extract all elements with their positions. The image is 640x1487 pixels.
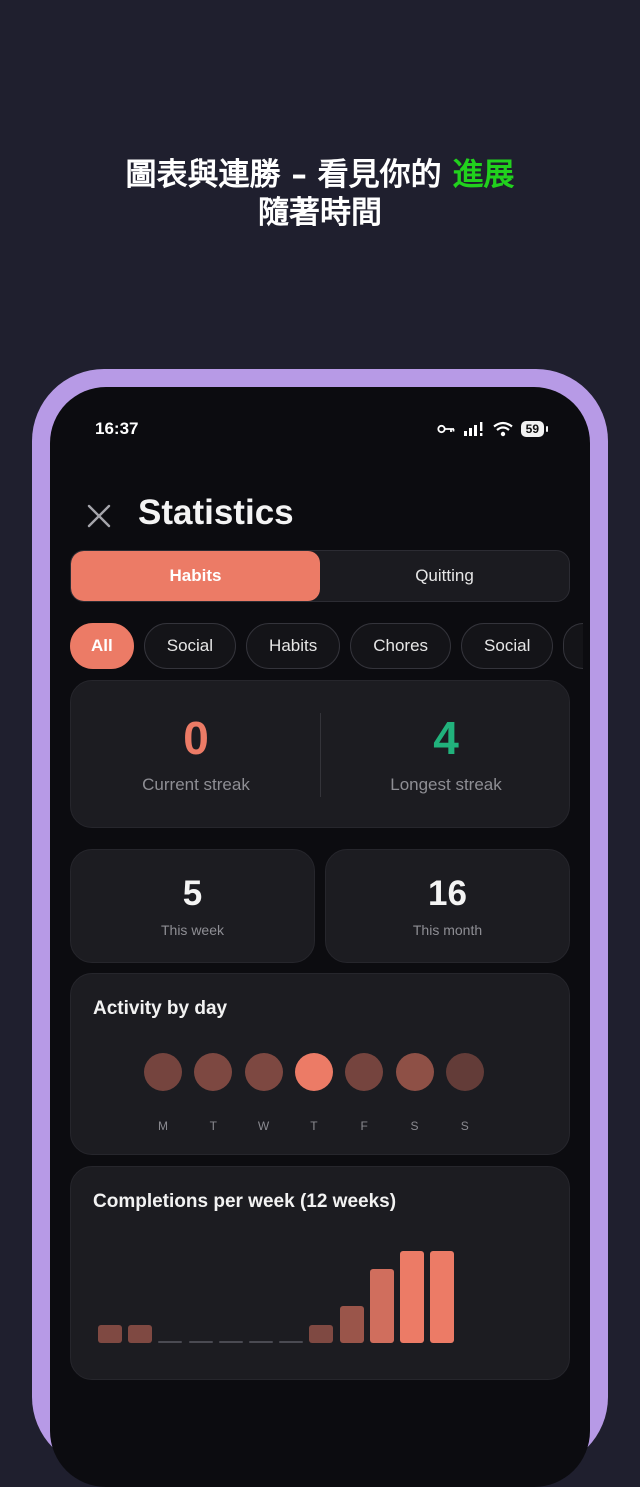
week-bar-3 [158,1341,183,1343]
week-bar-7 [279,1341,304,1343]
status-time: 16:37 [95,419,139,438]
weekly-chart-title: Completions per week (12 weeks) [93,1191,397,1212]
day-dot-1 [194,1053,233,1091]
headline-accent: 進展 [452,157,515,193]
phone-screen: 16:37 59 Statistics Habits Quitting All … [50,387,590,1487]
current-streak: 0 Current streak [71,681,321,829]
week-bar-6 [249,1341,273,1343]
segment-quitting[interactable]: Quitting [320,551,569,601]
chip-habits[interactable]: Habits [246,623,341,669]
status-bar: 16:37 59 [50,419,590,443]
current-streak-value: 0 [183,712,209,764]
this-month-card: 16 This month [325,849,570,963]
signal-icon [463,422,483,436]
this-week-value: 5 [182,874,203,913]
activity-by-day-card: Activity by day M T W T F S S [70,973,570,1155]
chip-chores[interactable]: Chores [350,623,452,669]
chip-overflow[interactable] [563,623,584,669]
week-bar-12 [430,1251,455,1343]
promo-headline: 圖表與連勝 – 看見你的 進展 隨著時間 [0,156,640,232]
status-icons: 59 [437,421,549,437]
streak-card: 0 Current streak 4 Longest streak [70,680,570,828]
headline-line-1: 圖表與連勝 – 看見你的 進展 [0,156,640,194]
chip-social[interactable]: Social [143,623,237,669]
activity-title: Activity by day [93,998,228,1019]
week-bar-11 [400,1251,424,1343]
chip-social-2[interactable]: Social [461,623,554,669]
key-icon [437,424,455,434]
weekly-completions-card: Completions per week (12 weeks) [70,1166,570,1380]
wifi-icon [492,421,513,437]
day-label-0: M [158,1119,168,1133]
current-streak-label: Current streak [142,775,250,794]
habits-quitting-toggle: Habits Quitting [70,550,570,602]
day-label-4: F [360,1119,368,1133]
day-label-6: S [460,1119,469,1133]
headline-line-2: 隨著時間 [258,195,382,231]
category-chips: All Social Habits Chores Social [70,623,590,669]
day-label-2: W [257,1119,270,1133]
headline-prefix: 圖表與連勝 – 看見你的 [125,157,453,193]
week-bar-10 [369,1269,394,1343]
day-dot-0 [144,1053,182,1091]
this-month-value: 16 [428,874,467,913]
this-week-label: This week [160,922,225,938]
longest-streak-label: Longest streak [390,775,502,794]
week-bar-9 [339,1306,364,1343]
week-bar-2 [128,1324,153,1343]
longest-streak-value: 4 [433,712,459,764]
close-icon[interactable] [86,503,112,529]
this-month-label: This month [412,922,483,938]
week-bar-1 [98,1324,122,1343]
week-bar-5 [218,1341,243,1343]
day-label-5: S [410,1119,419,1133]
day-dot-4 [345,1053,384,1091]
chip-all[interactable]: All [70,623,134,669]
day-label-1: T [209,1119,217,1133]
segment-habits[interactable]: Habits [71,551,320,601]
battery-icon: 59 [520,421,549,437]
day-dot-2 [244,1053,283,1091]
day-dot-5 [395,1053,434,1091]
week-bar-4 [188,1341,213,1343]
week-bar-8 [309,1324,334,1343]
day-label-3: T [310,1119,318,1133]
this-week-card: 5 This week [70,849,315,963]
day-dot-6 [445,1053,484,1091]
page-title: Statistics [138,493,294,532]
longest-streak: 4 Longest streak [321,681,571,829]
day-dot-3 [294,1053,333,1091]
